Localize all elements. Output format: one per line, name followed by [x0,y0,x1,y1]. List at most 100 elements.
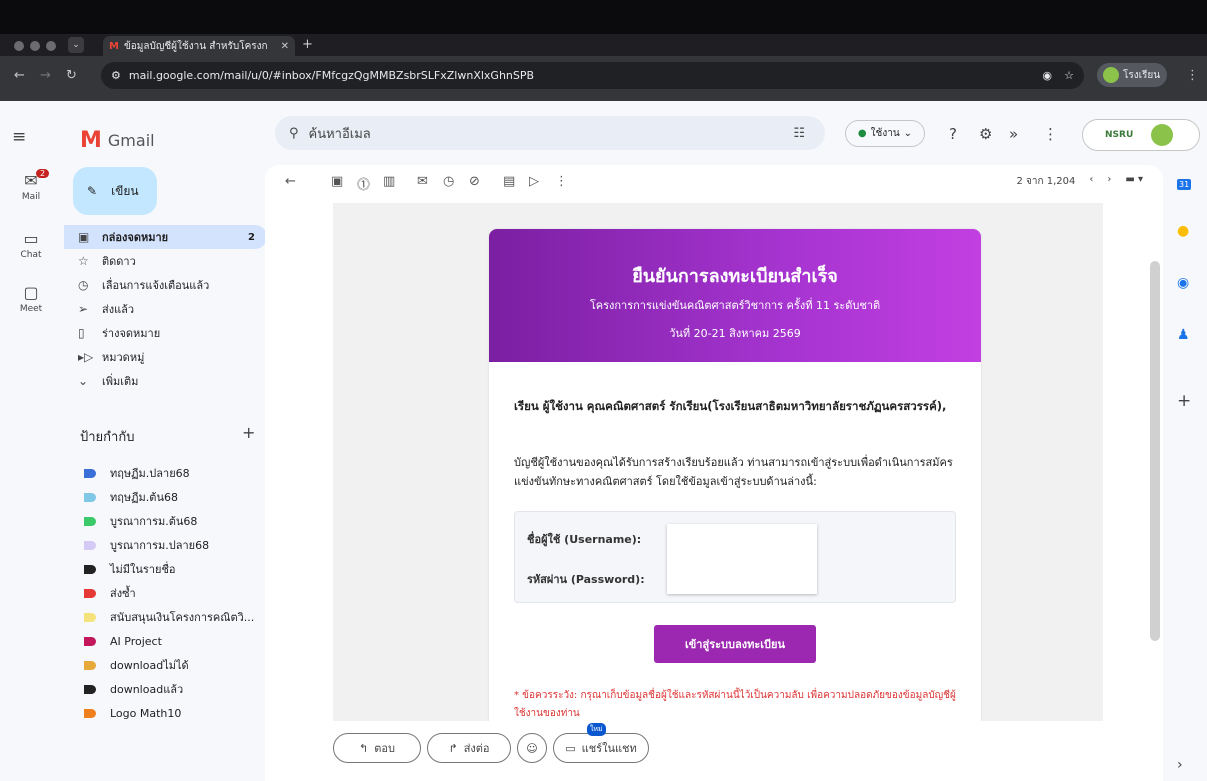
hide-icon[interactable]: ◉ [1042,69,1052,82]
move-to-icon[interactable]: ▤ [503,174,515,189]
apps-grid-icon[interactable]: ⋮ [1043,125,1058,143]
search-bar[interactable]: ⚲ ค้นหาอีเมล ☷ [275,116,825,150]
message-pane: ← ▣ ⓵ ▥ ✉ ◷ ⊘ ▤ ▷ ⋮ 2 จาก 1,204 ‹ › ▬ ▾ [265,165,1163,781]
expand-panel-icon[interactable]: › [1177,757,1183,773]
address-bar[interactable]: ⚙ mail.google.com/mail/u/0/#inbox/FMfcgz… [101,62,1084,89]
nav-label: เลื่อนการแจ้งเตือนแล้ว [102,279,210,292]
tab-search-icon[interactable]: ⌄ [68,37,84,53]
new-badge: ใหม่ [587,723,606,736]
emoji-button[interactable]: ☺ [517,733,547,763]
label-item[interactable]: ส่งซ้ำ [64,581,267,605]
back-to-inbox-icon[interactable]: ← [285,174,296,189]
account-switcher[interactable]: NSRU [1082,119,1200,151]
gmail-favicon-icon: M [109,40,119,52]
archive-icon[interactable]: ▣ [331,174,343,189]
label-item[interactable]: ทฤษฏีม.ต้น68 [64,485,267,509]
close-window-dot[interactable] [14,41,24,51]
site-info-icon[interactable]: ⚙ [111,69,121,82]
gmail-logo[interactable]: M Gmail [80,128,155,153]
close-tab-icon[interactable]: ✕ [281,41,289,52]
compose-button[interactable]: ✎ เขียน [73,167,157,215]
minimize-window-dot[interactable] [30,41,40,51]
help-icon[interactable]: ? [949,125,957,143]
delete-icon[interactable]: ▥ [383,174,395,189]
forward-icon[interactable]: → [40,68,51,83]
label-color-icon [84,492,96,502]
search-input[interactable]: ค้นหาอีเมล [309,123,371,144]
nav-sent[interactable]: ➢ ส่งแล้ว [64,297,267,321]
pager-text: 2 จาก 1,204 [1016,176,1076,187]
search-icon[interactable]: ⚲ [289,126,299,141]
add-label-button[interactable]: + [242,423,255,442]
reload-icon[interactable]: ↻ [66,68,77,83]
bookmark-star-icon[interactable]: ☆ [1064,69,1074,82]
scrollbar[interactable] [1150,261,1160,641]
keep-icon[interactable]: ● [1177,223,1189,239]
nav-inbox[interactable]: ▣ กล่องจดหมาย 2 [64,225,267,249]
login-button[interactable]: เข้าสู่ระบบลงทะเบียน [654,625,816,663]
contacts-icon[interactable]: ♟ [1177,327,1190,343]
browser-toolbar: ← → ↻ ⚙ mail.google.com/mail/u/0/#inbox/… [0,56,1207,101]
label-item[interactable]: บูรณาการม.ปลาย68 [64,533,267,557]
label-item[interactable]: downloadแล้ว [64,677,267,701]
tasks-icon[interactable]: ◉ [1177,275,1189,291]
account-logo-text: NSRU [1105,130,1134,140]
label-item[interactable]: ทฤษฏีม.ปลาย68 [64,461,267,485]
send-icon: ➢ [78,302,89,316]
rail-mail[interactable]: ✉ 2 Mail [0,169,62,202]
nav-more[interactable]: ⌄ เพิ่มเติม [64,369,267,393]
mark-unread-icon[interactable]: ✉ [417,174,428,189]
status-dot-icon: ● [857,128,867,139]
status-button[interactable]: ● ใช้งาน ⌄ [845,120,925,147]
label-item[interactable]: ไม่มีในรายชื่อ [64,557,267,581]
meet-icon: ▢ [23,283,39,302]
nav-label: เพิ่มเติม [102,375,139,388]
nav-starred[interactable]: ☆ ติดดาว [64,249,267,273]
nav-snoozed[interactable]: ◷ เลื่อนการแจ้งเตือนแล้ว [64,273,267,297]
older-icon[interactable]: › [1107,174,1111,189]
more-actions-icon[interactable]: ⋮ [555,174,568,189]
snooze-icon[interactable]: ◷ [443,174,454,189]
profile-button[interactable]: โรงเรียน [1097,63,1167,87]
label-icon[interactable]: ▷ [529,174,539,189]
maximize-window-dot[interactable] [46,41,56,51]
add-task-icon[interactable]: ⊘ [469,174,480,189]
input-tools-icon[interactable]: ▬ ▾ [1125,174,1143,189]
category-label-icon: ▸▷ [78,350,94,364]
browser-menu-icon[interactable]: ⋮ [1186,68,1199,83]
label-item[interactable]: downloadไม่ได้ [64,653,267,677]
label-item[interactable]: Logo Math10 [64,701,267,725]
new-tab-button[interactable]: + [302,37,313,52]
settings-gear-icon[interactable]: ⚙ [979,125,992,143]
nav-categories[interactable]: ▸▷ หมวดหมู่ [64,345,267,369]
security-warning: * ข้อควรระวัง: กรุณาเก็บข้อมูลชื่อผู้ใช้… [514,690,956,719]
search-options-icon[interactable]: ☷ [793,126,805,141]
add-addon-icon[interactable]: + [1177,391,1191,411]
reply-button[interactable]: ↰ ตอบ [333,733,421,763]
email-hero: ยืนยันการลงทะเบียนสำเร็จ โครงการการแข่งข… [489,229,981,362]
credentials-box: ชื่อผู้ใช้ (Username): รหัสผ่าน (Passwor… [514,511,956,603]
label-item[interactable]: บูรณาการม.ต้น68 [64,509,267,533]
main-menu-icon[interactable]: ≡ [12,127,26,147]
newer-icon[interactable]: ‹ [1089,174,1093,189]
rail-chat[interactable]: ▭ Chat [0,229,62,260]
calendar-icon[interactable]: 31 [1177,179,1192,190]
share-in-chat-button[interactable]: ▭ แชร์ในแชท [553,733,649,763]
label-item[interactable]: สนับสนุนเงินโครงการคณิตวิ... [64,605,267,629]
status-label: ใช้งาน [870,128,900,139]
pager: 2 จาก 1,204 ‹ › ▬ ▾ [1016,174,1143,189]
gemini-icon[interactable]: » [1009,125,1018,143]
label-item[interactable]: AI Project [64,629,267,653]
username-label: ชื่อผู้ใช้ (Username): [527,533,642,546]
rail-meet[interactable]: ▢ Meet [0,283,62,314]
report-spam-icon[interactable]: ⓵ [357,174,370,193]
browser-tab[interactable]: M ข้อมูลบัญชีผู้ใช้งาน สำหรับโครงก ✕ [103,36,295,56]
label-color-icon [84,468,96,478]
nav-drafts[interactable]: ▯ ร่างจดหมาย [64,321,267,345]
password-label: รหัสผ่าน (Password): [527,573,645,586]
back-icon[interactable]: ← [14,68,25,83]
screen: ⌄ M ข้อมูลบัญชีผู้ใช้งาน สำหรับโครงก ✕ +… [0,0,1207,781]
hero-date: วันที่ 20-21 สิงหาคม 2569 [669,327,801,340]
label-color-icon [84,708,96,718]
forward-button[interactable]: ↱ ส่งต่อ [427,733,511,763]
